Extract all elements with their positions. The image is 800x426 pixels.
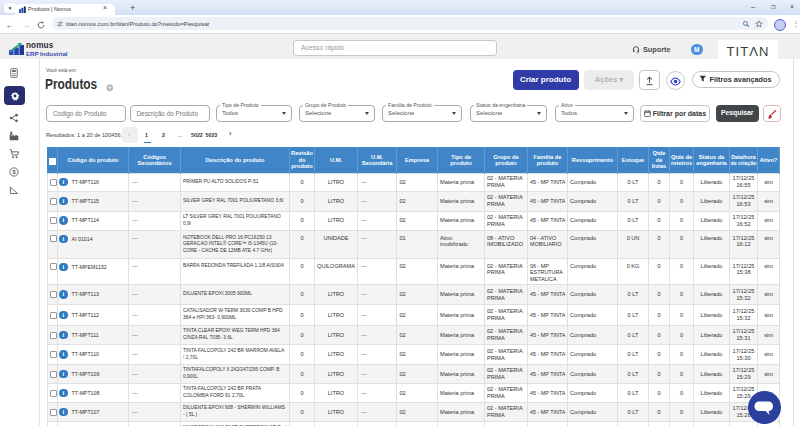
svg-text:$: $ <box>12 169 16 175</box>
